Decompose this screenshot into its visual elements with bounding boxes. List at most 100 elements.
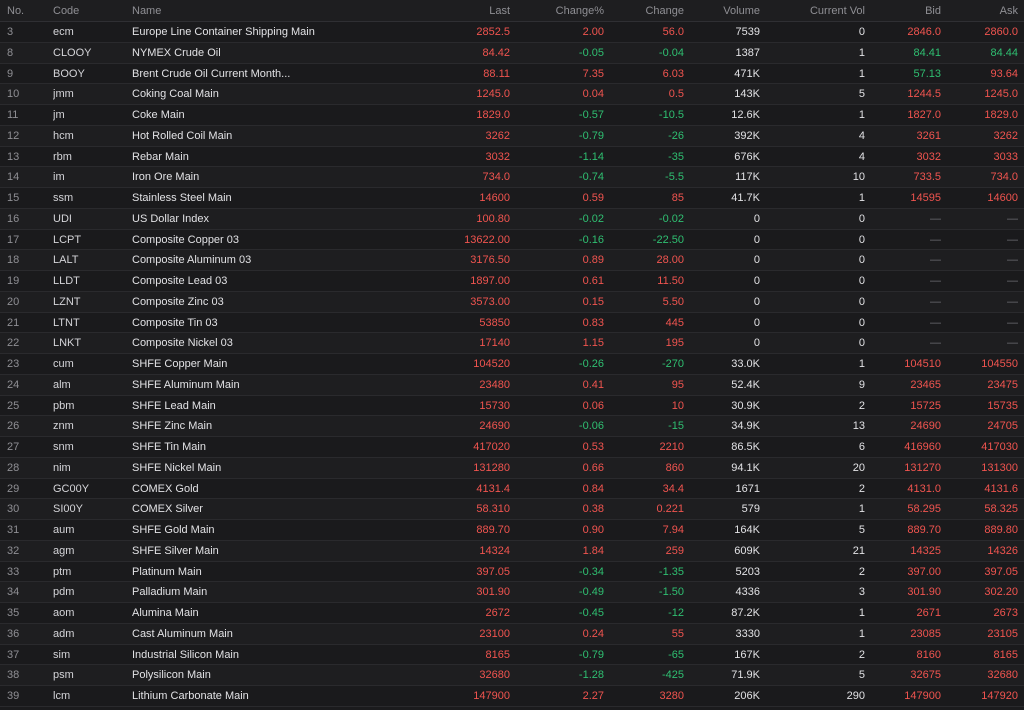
row-number: 39 (7, 690, 20, 702)
row-current-vol: 1 (858, 46, 865, 59)
row-number: 17 (7, 233, 20, 246)
table-row[interactable]: 32 agm SHFE Silver Main 14324 1.84 259 609K 21 1… (0, 540, 1024, 562)
table-row[interactable]: 21 LTNT Composite Tin 03 53850 0.83 445 0 0 — — (0, 312, 1024, 334)
row-current-vol: 4 (858, 150, 865, 163)
column-header-code[interactable]: Code (53, 0, 128, 21)
row-current-vol: 1 (858, 503, 865, 516)
row-change: 10 (671, 399, 684, 412)
row-last-price: 17140 (479, 337, 510, 350)
row-code: adm (53, 627, 75, 640)
table-row[interactable]: 23 cum SHFE Copper Main 104520 -0.26 -270 33.0… (0, 354, 1024, 375)
table-row[interactable]: 20 LZNT Composite Zinc 03 3573.00 0.15 5.50 0 0… (0, 291, 1024, 313)
table-row[interactable]: 36 adm Cast Aluminum Main 23100 0.24 55 3330 1 2… (0, 623, 1024, 645)
row-last-price: 1245.0 (476, 88, 510, 101)
row-change-pct: 0.61 (582, 275, 604, 287)
column-header-no[interactable]: No. (7, 0, 47, 21)
table-row[interactable]: 37 sim Industrial Silicon Main 8165 -0.79 -65… (0, 644, 1024, 666)
row-change: 85 (671, 192, 684, 204)
table-row[interactable]: 11 jm Coke Main 1829.0 -0.57 -10.5 12.6K 1 1827.… (0, 105, 1024, 126)
table-row[interactable]: 3 ecm Europe Line Container Shipping Main 2… (0, 22, 1024, 43)
table-row[interactable]: 18 LALT Composite Aluminum 03 3176.50 0.89 28… (0, 250, 1024, 271)
column-header-bid[interactable]: Bid (861, 0, 941, 21)
table-row[interactable]: 16 UDI US Dollar Index 100.80 -0.02 -0.02 0 0 — — (0, 208, 1024, 230)
row-number: 9 (7, 67, 14, 80)
table-row[interactable]: 35 aom Alumina Main 2672 -0.45 -12 87.2K 1 2671 2… (0, 603, 1024, 624)
row-ask: 2860.0 (984, 26, 1018, 38)
table-row[interactable]: 8 CLOOY NYMEX Crude Oil 84.42 -0.05 -0.04 1387… (0, 42, 1024, 64)
row-volume: 117K (735, 171, 760, 184)
row-code: SI00Y (53, 503, 83, 516)
row-volume: 471K (734, 67, 760, 80)
row-name: US Dollar Index (132, 212, 210, 225)
row-bid: 14325 (910, 544, 941, 557)
table-row[interactable]: 19 LLDT Composite Lead 03 1897.00 0.61 11.50 0… (0, 271, 1024, 292)
table-row[interactable]: 24 alm SHFE Aluminum Main 23480 0.41 95 52.4K 9… (0, 374, 1024, 396)
table-row[interactable]: 15 ssm Stainless Steel Main 14600 0.59 85 41.7… (0, 188, 1024, 209)
table-row[interactable]: 10 jmm Coking Coal Main 1245.0 0.04 0.5 143K 5 1… (0, 84, 1024, 105)
row-volume: 52.4K (731, 378, 760, 391)
row-change: -65 (668, 648, 684, 661)
table-row[interactable]: 33 ptm Platinum Main 397.05 -0.34 -1.35 5203 2 3… (0, 561, 1024, 583)
row-change: -15 (668, 420, 684, 433)
table-row[interactable]: 27 snm SHFE Tin Main 417020 0.53 2210 86.5K 6 41… (0, 437, 1024, 458)
column-header-change-pct[interactable]: Change% (514, 0, 604, 21)
table-row[interactable]: 31 aum SHFE Gold Main 889.70 0.90 7.94 164K 5 88… (0, 520, 1024, 541)
column-header-name[interactable]: Name (132, 0, 422, 21)
row-last-price: 8165 (485, 648, 510, 661)
row-change: 259 (665, 544, 684, 557)
row-bid: 8160 (916, 648, 941, 661)
row-current-vol: 21 (852, 544, 865, 557)
table-row[interactable]: 9 BOOY Brent Crude Oil Current Month... 88.… (0, 63, 1024, 85)
table-row[interactable]: 28 nim SHFE Nickel Main 131280 0.66 860 94.1K 2… (0, 457, 1024, 479)
table-row[interactable]: 22 LNKT Composite Nickel 03 17140 1.15 195 0 0 —… (0, 333, 1024, 354)
row-ask: — (1007, 295, 1018, 308)
row-current-vol: 0 (858, 275, 865, 287)
table-row[interactable]: 29 GC00Y COMEX Gold 4131.4 0.84 34.4 1671 2 4131… (0, 478, 1024, 500)
row-volume: 0 (753, 316, 760, 329)
row-name: SHFE Nickel Main (132, 461, 222, 474)
row-name: SHFE Silver Main (132, 544, 219, 557)
row-bid: 3261 (916, 129, 941, 142)
column-header-volume[interactable]: Volume (680, 0, 760, 21)
column-header-current-vol[interactable]: Current Vol (775, 0, 865, 21)
row-code: LCPT (53, 233, 82, 246)
row-ask: 397.05 (984, 565, 1018, 578)
row-last-price: 104520 (473, 358, 510, 370)
row-volume: 41.7K (731, 192, 760, 204)
table-row[interactable]: 26 znm SHFE Zinc Main 24690 -0.06 -15 34.9K 13 2… (0, 416, 1024, 437)
row-change-pct: 2.00 (582, 26, 604, 38)
row-last-price: 734.0 (482, 171, 510, 184)
row-change: 11.50 (657, 275, 684, 287)
table-row[interactable]: 12 hcm Hot Rolled Coil Main 3262 -0.79 -26 392… (0, 125, 1024, 147)
table-row[interactable]: 34 pdm Palladium Main 301.90 -0.49 -1.50 4336 3… (0, 582, 1024, 603)
row-number: 26 (7, 420, 20, 433)
row-current-vol: 5 (858, 524, 865, 536)
row-bid: 3032 (916, 150, 941, 163)
row-number: 31 (7, 524, 20, 536)
table-row[interactable]: 14 im Iron Ore Main 734.0 -0.74 -5.5 117K 10 733… (0, 167, 1024, 188)
table-row[interactable]: 30 SI00Y COMEX Silver 58.310 0.38 0.221 579 1 58… (0, 499, 1024, 520)
column-header-last[interactable]: Last (420, 0, 510, 21)
row-ask: 4131.6 (984, 482, 1018, 495)
table-row[interactable]: 25 pbm SHFE Lead Main 15730 0.06 10 30.9K 2 1572… (0, 395, 1024, 417)
row-code: rbm (53, 150, 72, 163)
row-volume: 12.6K (731, 109, 760, 121)
column-header-change[interactable]: Change (604, 0, 684, 21)
table-row[interactable]: 17 LCPT Composite Copper 03 13622.00 -0.16 -2… (0, 229, 1024, 251)
row-last-price: 14600 (479, 192, 510, 204)
table-row[interactable]: 38 psm Polysilicon Main 32680 -1.28 -425 71.9K… (0, 665, 1024, 686)
row-change-pct: 0.59 (582, 192, 604, 204)
table-row[interactable]: 39 lcm Lithium Carbonate Main 147900 2.27 328… (0, 686, 1024, 707)
row-name: Palladium Main (132, 586, 208, 599)
row-ask: 3262 (993, 129, 1018, 142)
row-change-pct: -0.49 (578, 586, 604, 599)
table-row[interactable]: 13 rbm Rebar Main 3032 -1.14 -35 676K 4 3032 3033 (0, 146, 1024, 168)
row-code: aum (53, 524, 75, 536)
row-change: 3280 (659, 690, 684, 702)
row-change-pct: 0.38 (582, 503, 604, 516)
column-header-ask[interactable]: Ask (938, 0, 1018, 21)
row-code: cum (53, 358, 74, 370)
row-number: 11 (7, 109, 19, 121)
row-ask: — (1007, 212, 1018, 225)
row-name: SHFE Zinc Main (132, 420, 213, 433)
